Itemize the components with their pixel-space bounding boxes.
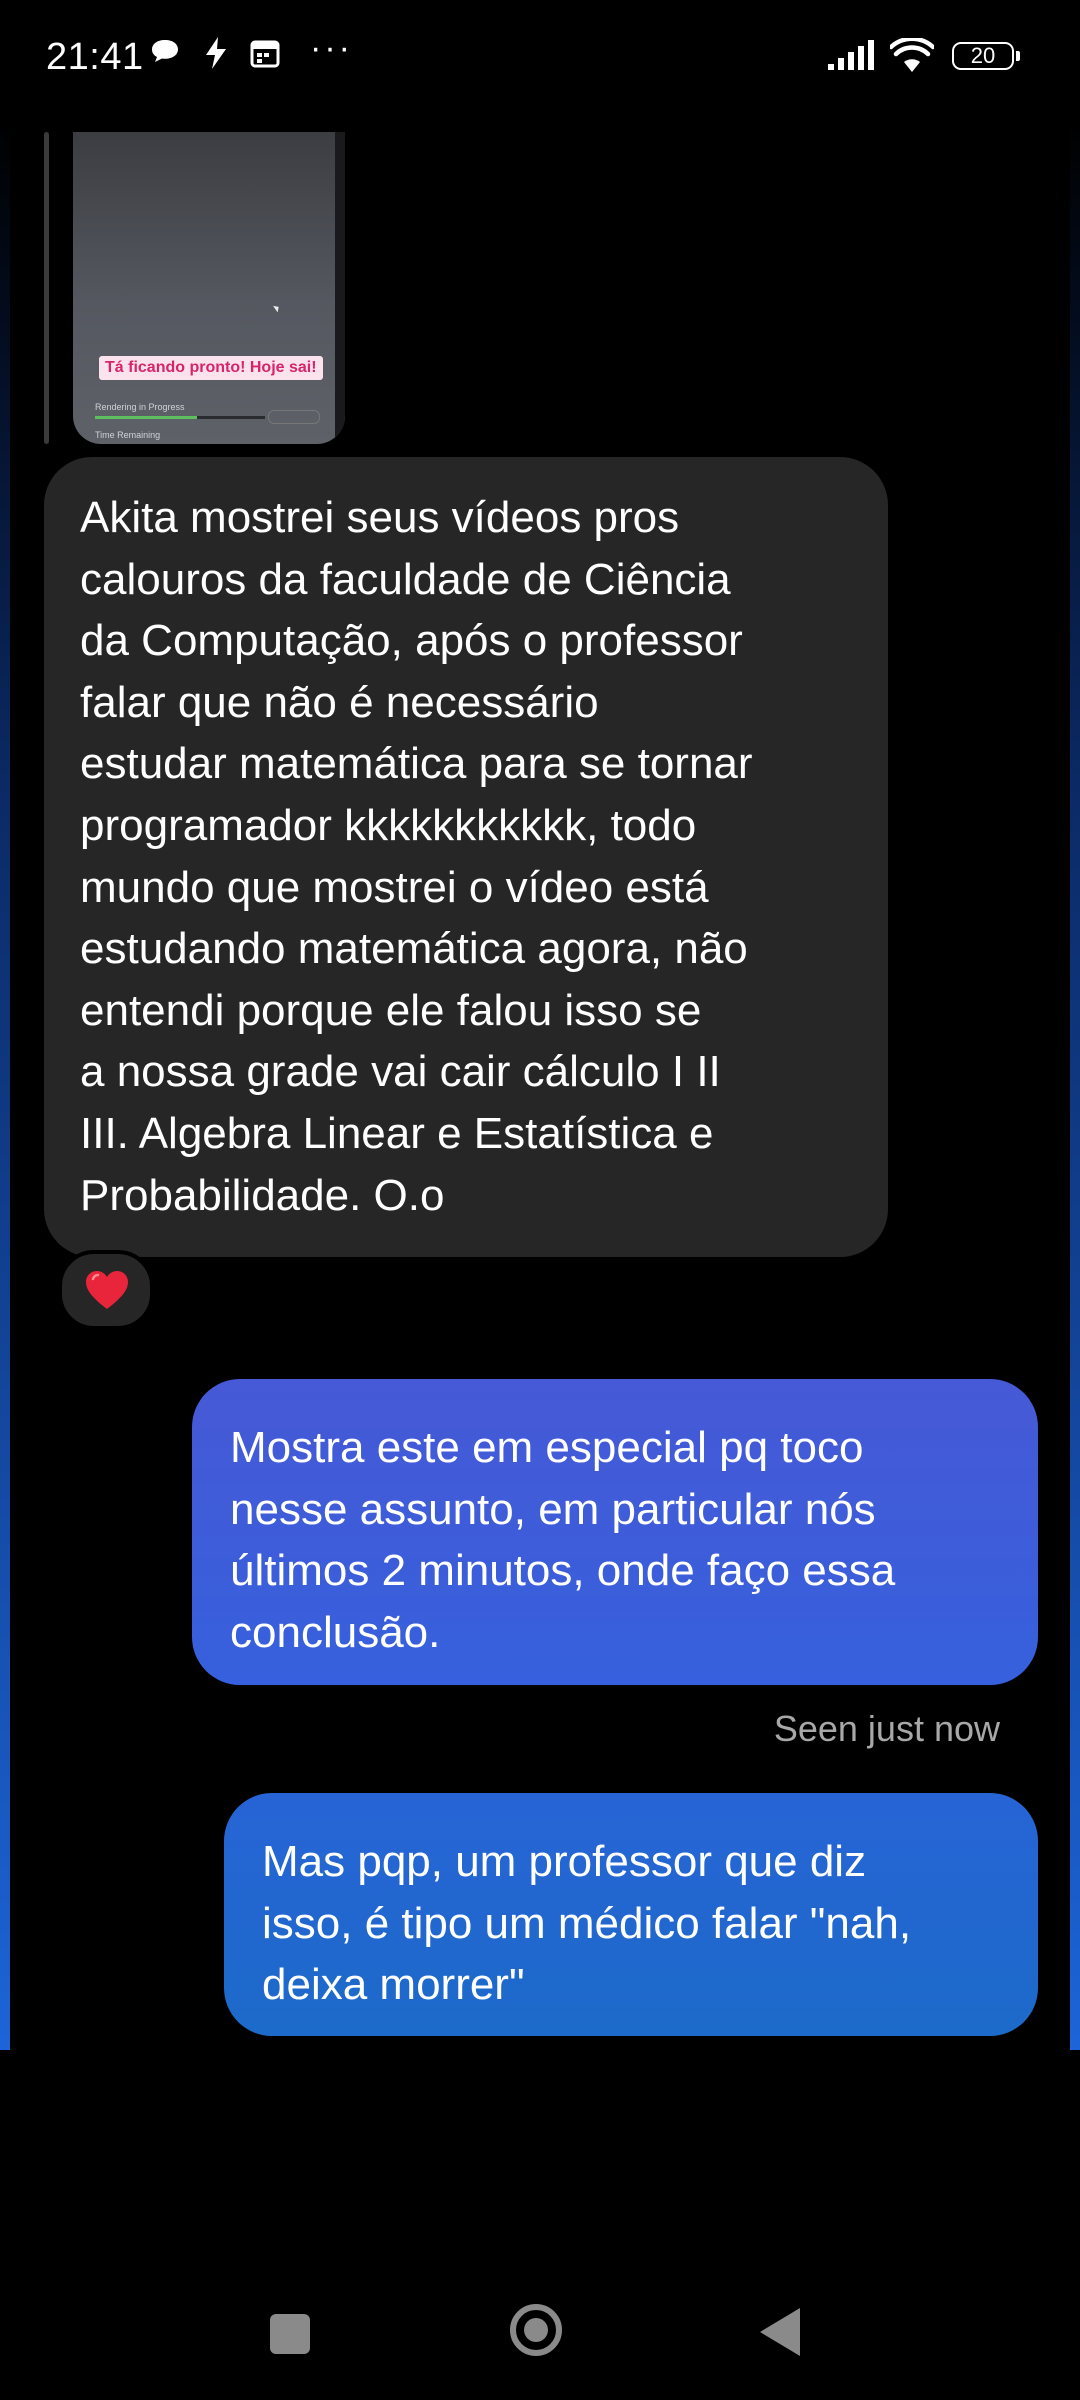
calendar-notification-icon [250,40,280,68]
home-circle-icon[interactable] [510,2304,562,2356]
wifi-icon [890,38,934,72]
battery-level: 20 [970,43,996,68]
image-render-label: Rendering in Progress [95,402,185,412]
recents-square-icon[interactable] [270,2314,310,2354]
shared-image-preview[interactable]: Tá ficando pronto! Hoje sai! Rendering i… [73,132,345,444]
battery-icon: 20 [952,42,1020,70]
flash-notification-icon [206,37,226,69]
image-render-progress-fill [95,416,197,419]
sent-message-bubble[interactable]: Mostra este em especial pq toco nesse as… [192,1379,1038,1685]
image-render-remaining: Time Remaining [95,430,161,440]
status-bar: 21:41 ··· 20 [0,0,1080,115]
sent-message-text: Mostra este em especial pq toco nesse as… [230,1423,896,1657]
message-reaction[interactable] [58,1250,154,1330]
chat-notification-icon [152,40,178,62]
image-render-progress-bar [95,416,265,419]
sent-message-bubble-latest[interactable]: Mas pqp, um professor que diz isso, é ti… [224,1793,1038,2036]
more-notifications-icon: ··· [310,29,353,67]
status-time: 21:41 [46,36,144,78]
back-triangle-icon[interactable] [760,2308,800,2356]
received-message-bubble[interactable]: Akita mostrei seus vídeos pros calouros … [44,457,888,1257]
system-navigation-bar [0,2270,1080,2400]
reply-quote-line [44,132,49,444]
mouse-cursor-icon [273,303,281,313]
image-phone-edge [335,132,345,444]
image-render-button [268,410,320,424]
image-sticker-text: Tá ficando pronto! Hoje sai! [99,356,323,380]
heart-reaction-icon [86,1271,128,1309]
sent-message-text-latest: Mas pqp, um professor que diz isso, é ti… [262,1837,912,2010]
received-message-text: Akita mostrei seus vídeos pros calouros … [80,493,753,1220]
seen-status: Seen just now [773,1708,1000,1749]
screen-edge-glow-left [0,120,10,2050]
cell-signal-icon [828,40,874,70]
screen-edge-glow-right [1070,120,1080,2050]
